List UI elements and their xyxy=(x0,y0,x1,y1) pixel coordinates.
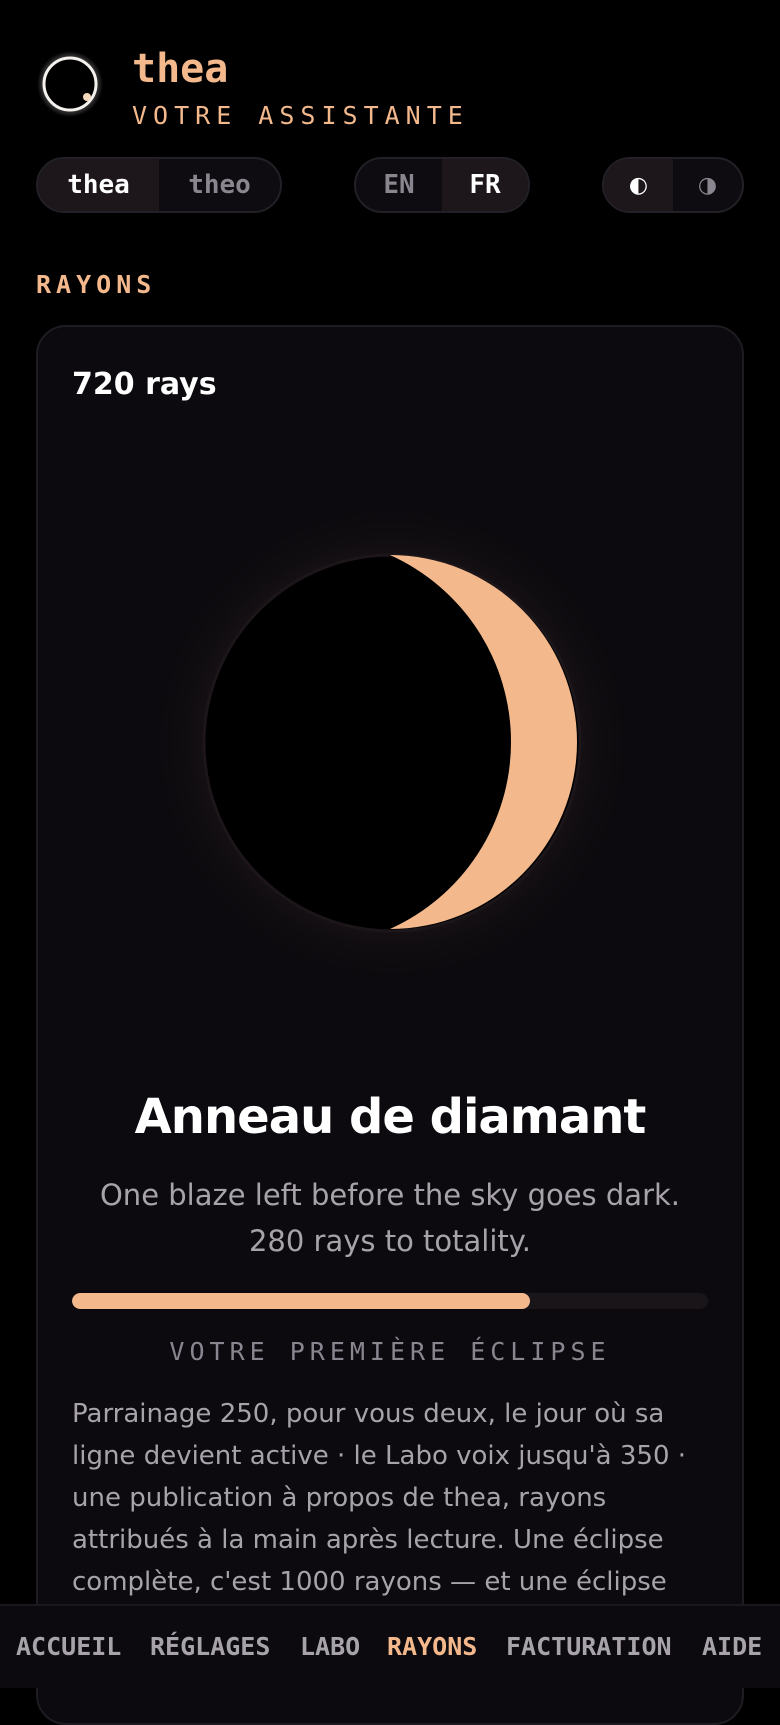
language-toggle: EN FR xyxy=(354,157,530,213)
persona-option-thea[interactable]: thea xyxy=(38,159,159,211)
progress-bar xyxy=(72,1293,708,1309)
rays-count: 720 rays xyxy=(72,367,217,402)
brand-name: thea xyxy=(132,46,229,92)
stage-title: Anneau de diamant xyxy=(134,1089,647,1145)
bottom-nav: ACCUEIL RÉGLAGES LABO RAYONS FACTURATION… xyxy=(0,1604,780,1688)
nav-accueil[interactable]: ACCUEIL xyxy=(16,1632,121,1661)
rays-card: 720 rays Anneau de diamant One blaze lef… xyxy=(36,325,744,1725)
theme-toggle: ◐ ◑ xyxy=(602,157,744,213)
persona-option-theo[interactable]: theo xyxy=(159,159,280,211)
section-title: RAYONS xyxy=(36,270,157,299)
first-eclipse-label: VOTRE PREMIÈRE ÉCLIPSE xyxy=(169,1337,611,1366)
persona-toggle: thea theo xyxy=(36,157,282,213)
nav-aide[interactable]: AIDE xyxy=(702,1632,762,1661)
brand-subtitle: VOTRE ASSISTANTE xyxy=(132,101,469,130)
nav-reglages[interactable]: RÉGLAGES xyxy=(150,1632,270,1661)
theme-dark-icon[interactable]: ◐ xyxy=(604,159,673,211)
language-option-en[interactable]: EN xyxy=(356,159,442,211)
nav-labo[interactable]: LABO xyxy=(300,1632,360,1661)
theme-light-icon[interactable]: ◑ xyxy=(673,159,742,211)
language-option-fr[interactable]: FR xyxy=(442,159,528,211)
nav-rayons[interactable]: RAYONS xyxy=(387,1632,477,1661)
nav-facturation[interactable]: FACTURATION xyxy=(506,1632,672,1661)
stage-description: One blaze left before the sky goes dark.… xyxy=(99,1178,680,1258)
crescent-eclipse-icon xyxy=(142,493,642,993)
progress-fill xyxy=(72,1293,530,1309)
eclipse-ring-icon xyxy=(37,51,103,117)
